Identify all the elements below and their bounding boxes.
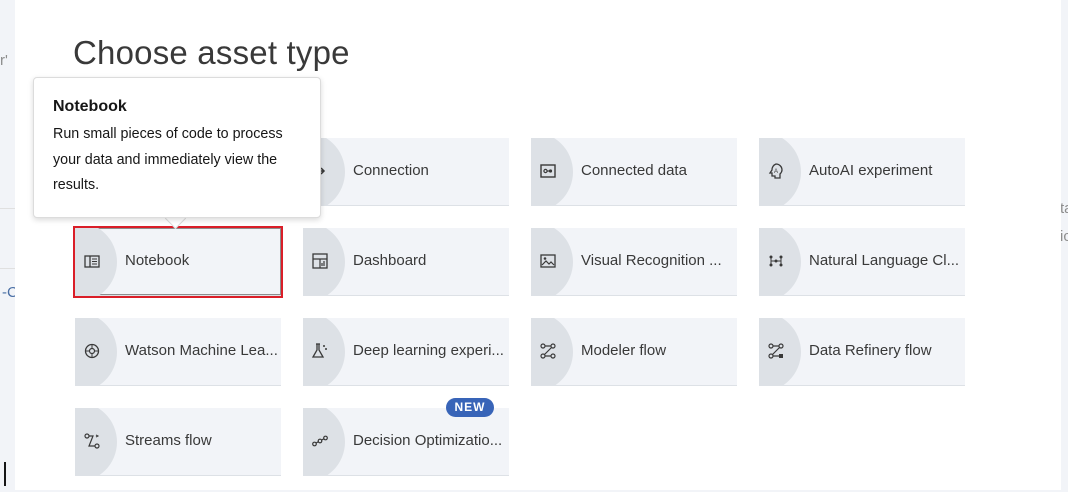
- tile-label: Connection: [353, 162, 429, 179]
- background-text-fragment: r': [0, 52, 8, 69]
- visual-recognition-icon: [538, 251, 558, 271]
- tile-label: Dashboard: [353, 252, 427, 269]
- connected-data-icon: [538, 161, 558, 181]
- tile-decision-optimization[interactable]: Decision Optimizatio...: [303, 408, 509, 476]
- background-divider: [0, 208, 15, 209]
- data-refinery-icon: [766, 341, 786, 361]
- tile-modeler-flow[interactable]: Modeler flow: [531, 318, 737, 386]
- tile-data-refinery-flow[interactable]: Data Refinery flow: [759, 318, 965, 386]
- tile-label: Watson Machine Lea...: [125, 342, 278, 359]
- notebook-icon: [82, 251, 102, 271]
- natural-language-icon: [766, 251, 786, 271]
- modal-title: Choose asset type: [73, 34, 350, 72]
- tile-label: Connected data: [581, 162, 687, 179]
- tile-label: AutoAI experiment: [809, 162, 933, 179]
- tile-label: Modeler flow: [581, 342, 667, 359]
- svg-text:A: A: [774, 169, 778, 175]
- tile-deep-learning-experiment[interactable]: Deep learning experi...: [303, 318, 509, 386]
- streams-flow-icon: [82, 431, 102, 451]
- background-text-fragment: ta: [1060, 200, 1068, 217]
- autoai-icon: A: [766, 161, 786, 181]
- close-icon[interactable]: ×: [1035, 0, 1048, 4]
- tooltip-body: Run small pieces of code to process your…: [53, 126, 283, 193]
- dashboard-icon: [310, 251, 330, 271]
- tile-visual-recognition[interactable]: Visual Recognition ...: [531, 228, 737, 296]
- text-cursor: [4, 462, 6, 486]
- tile-notebook[interactable]: Notebook: [73, 226, 283, 298]
- modeler-flow-icon: [538, 341, 558, 361]
- tooltip-title: Notebook: [53, 98, 127, 115]
- tile-connected-data[interactable]: Connected data: [531, 138, 737, 206]
- new-badge: NEW: [446, 398, 494, 417]
- tile-natural-language-classifier[interactable]: Natural Language Cl...: [759, 228, 965, 296]
- decision-optimization-icon: [310, 431, 330, 451]
- tile-dashboard[interactable]: Dashboard: [303, 228, 509, 296]
- tile-autoai-experiment[interactable]: A AutoAI experiment: [759, 138, 965, 206]
- background-divider: [0, 268, 15, 269]
- tile-watson-machine-learning[interactable]: Watson Machine Lea...: [75, 318, 281, 386]
- tile-label: Visual Recognition ...: [581, 252, 722, 269]
- tile-label: Deep learning experi...: [353, 342, 504, 359]
- tile-label: Data Refinery flow: [809, 342, 932, 359]
- tile-label: Decision Optimizatio...: [353, 432, 503, 449]
- tile-label: Streams flow: [125, 432, 212, 449]
- tile-label: Natural Language Cl...: [809, 252, 960, 269]
- watson-ml-icon: [82, 341, 102, 361]
- tile-streams-flow[interactable]: Streams flow: [75, 408, 281, 476]
- tile-connection[interactable]: Connection: [303, 138, 509, 206]
- deep-learning-icon: [310, 341, 330, 361]
- background-text-fragment: ic: [1060, 228, 1068, 245]
- notebook-tooltip: Notebook Run small pieces of code to pro…: [33, 77, 321, 218]
- tile-label: Notebook: [125, 252, 190, 269]
